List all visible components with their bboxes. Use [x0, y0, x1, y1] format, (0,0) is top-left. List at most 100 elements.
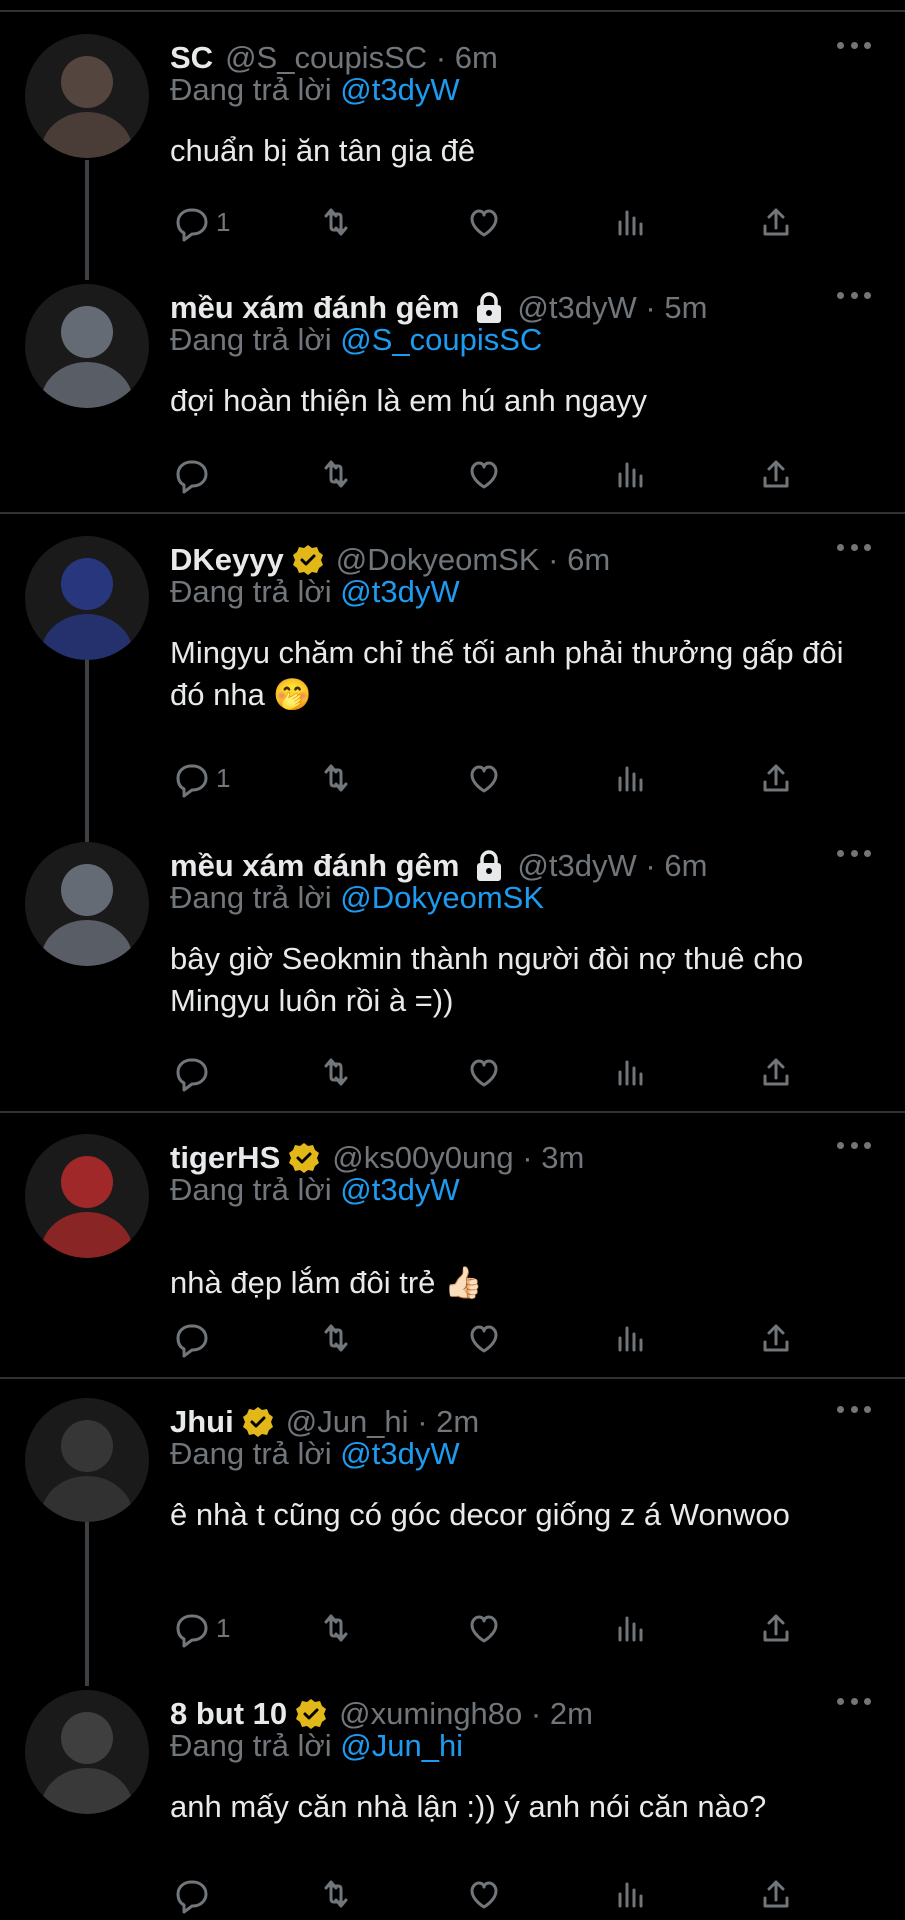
views-button[interactable]: [610, 1874, 650, 1914]
tweet-text: Mingyu chăm chỉ thế tối anh phải thưởng …: [170, 635, 844, 712]
display-name[interactable]: mều xám đánh gêm: [170, 848, 459, 884]
like-button[interactable]: [464, 1608, 504, 1648]
retweet-button[interactable]: [316, 1052, 356, 1092]
mention-link[interactable]: @Jun_hi: [340, 1728, 463, 1763]
mention-link[interactable]: @t3dyW: [340, 1436, 459, 1471]
more-icon[interactable]: [837, 42, 871, 52]
avatar[interactable]: [25, 34, 149, 158]
retweet-button[interactable]: [316, 1608, 356, 1648]
share-button[interactable]: [756, 1052, 796, 1092]
like-icon: [470, 765, 498, 793]
display-name[interactable]: Jhui: [170, 1404, 234, 1440]
more-icon[interactable]: [837, 850, 871, 860]
separator: ·: [548, 542, 559, 577]
views-button[interactable]: [610, 1052, 650, 1092]
retweet-icon: [324, 1058, 348, 1086]
mention-link[interactable]: @t3dyW: [340, 574, 459, 609]
tweet[interactable]: DKeyyy @DokyeomSK · 6m Đang trả lời @t3dyW…: [0, 536, 905, 816]
avatar[interactable]: [25, 1398, 149, 1522]
share-button[interactable]: [756, 202, 796, 242]
replying-to-label: Đang trả lời: [170, 1436, 332, 1471]
like-icon: [470, 1881, 498, 1909]
retweet-button[interactable]: [316, 758, 356, 798]
display-name[interactable]: DKeyyy: [170, 542, 284, 578]
separator: ·: [645, 848, 656, 883]
retweet-button[interactable]: [316, 1318, 356, 1358]
avatar[interactable]: [25, 842, 149, 966]
reply-button[interactable]: [170, 1318, 210, 1358]
like-button[interactable]: [464, 1874, 504, 1914]
handle[interactable]: @S_coupisSC: [225, 40, 427, 75]
more-icon[interactable]: [837, 1698, 871, 1708]
tweet[interactable]: 8 but 10 @xumingh8o · 2m Đang trả lời @Jun…: [0, 1690, 905, 1920]
like-icon: [470, 1615, 498, 1643]
share-button[interactable]: [756, 454, 796, 494]
tweet[interactable]: mều xám đánh gêm @t3dyW · 5m Đang trả lời …: [0, 284, 905, 504]
views-button[interactable]: [610, 758, 650, 798]
display-name[interactable]: SC: [170, 40, 213, 76]
timestamp[interactable]: 6m: [567, 542, 610, 577]
replying-to-label: Đang trả lời: [170, 322, 332, 357]
reply-button[interactable]: 1: [170, 1608, 230, 1648]
verified-badge-icon: [296, 1699, 327, 1729]
tweet[interactable]: tigerHS @ks00y0ung · 3m Đang trả lời @t3dy…: [0, 1134, 905, 1364]
reply-button[interactable]: [170, 454, 210, 494]
display-name[interactable]: mều xám đánh gêm: [170, 290, 459, 326]
avatar[interactable]: [25, 284, 149, 408]
avatar[interactable]: [25, 536, 149, 660]
more-icon[interactable]: [837, 1142, 871, 1152]
like-button[interactable]: [464, 758, 504, 798]
display-name[interactable]: tigerHS: [170, 1140, 280, 1176]
reply-button[interactable]: [170, 1052, 210, 1092]
tweet[interactable]: Jhui @Jun_hi · 2m Đang trả lời @t3dyW ê nhà…: [0, 1398, 905, 1678]
handle[interactable]: @t3dyW: [517, 290, 636, 325]
mention-link[interactable]: @t3dyW: [340, 72, 459, 107]
reply-icon: [176, 1614, 208, 1648]
share-button[interactable]: [756, 758, 796, 798]
more-icon[interactable]: [837, 292, 871, 302]
share-button[interactable]: [756, 1318, 796, 1358]
like-button[interactable]: [464, 1052, 504, 1092]
tweet[interactable]: SC @S_coupisSC · 6m Đang trả lời @t3dyW chu…: [0, 34, 905, 254]
more-icon[interactable]: [837, 544, 871, 554]
retweet-button[interactable]: [316, 1874, 356, 1914]
views-icon: [618, 462, 643, 488]
tweet-text: nhà đẹp lắm đôi trẻ 👍🏻: [170, 1265, 483, 1300]
views-button[interactable]: [610, 1318, 650, 1358]
handle[interactable]: @ks00y0ung: [332, 1140, 513, 1175]
timestamp[interactable]: 5m: [664, 290, 707, 325]
display-name[interactable]: 8 but 10: [170, 1696, 287, 1732]
mention-link[interactable]: @S_coupisSC: [340, 322, 542, 357]
mention-link[interactable]: @DokyeomSK: [340, 880, 544, 915]
reply-button[interactable]: 1: [170, 202, 230, 242]
like-button[interactable]: [464, 1318, 504, 1358]
share-button[interactable]: [756, 1874, 796, 1914]
share-button[interactable]: [756, 1608, 796, 1648]
handle[interactable]: @t3dyW: [517, 848, 636, 883]
views-button[interactable]: [610, 202, 650, 242]
retweet-button[interactable]: [316, 454, 356, 494]
views-button[interactable]: [610, 1608, 650, 1648]
thread-divider: [0, 1377, 905, 1379]
timestamp[interactable]: 6m: [455, 40, 498, 75]
views-button[interactable]: [610, 454, 650, 494]
like-button[interactable]: [464, 202, 504, 242]
timestamp[interactable]: 6m: [664, 848, 707, 883]
handle[interactable]: @Jun_hi: [286, 1404, 409, 1439]
mention-link[interactable]: @t3dyW: [340, 1172, 459, 1207]
tweet[interactable]: mều xám đánh gêm @t3dyW · 6m Đang trả lời …: [0, 842, 905, 1102]
timestamp[interactable]: 3m: [541, 1140, 584, 1175]
reply-icon: [176, 460, 208, 494]
handle[interactable]: @DokyeomSK: [336, 542, 540, 577]
retweet-icon: [324, 208, 348, 236]
avatar[interactable]: [25, 1134, 149, 1258]
more-icon[interactable]: [837, 1406, 871, 1416]
avatar[interactable]: [25, 1690, 149, 1814]
like-button[interactable]: [464, 454, 504, 494]
reply-button[interactable]: 1: [170, 758, 230, 798]
timestamp[interactable]: 2m: [550, 1696, 593, 1731]
reply-button[interactable]: [170, 1874, 210, 1914]
retweet-button[interactable]: [316, 202, 356, 242]
handle[interactable]: @xumingh8o: [339, 1696, 522, 1731]
timestamp[interactable]: 2m: [436, 1404, 479, 1439]
